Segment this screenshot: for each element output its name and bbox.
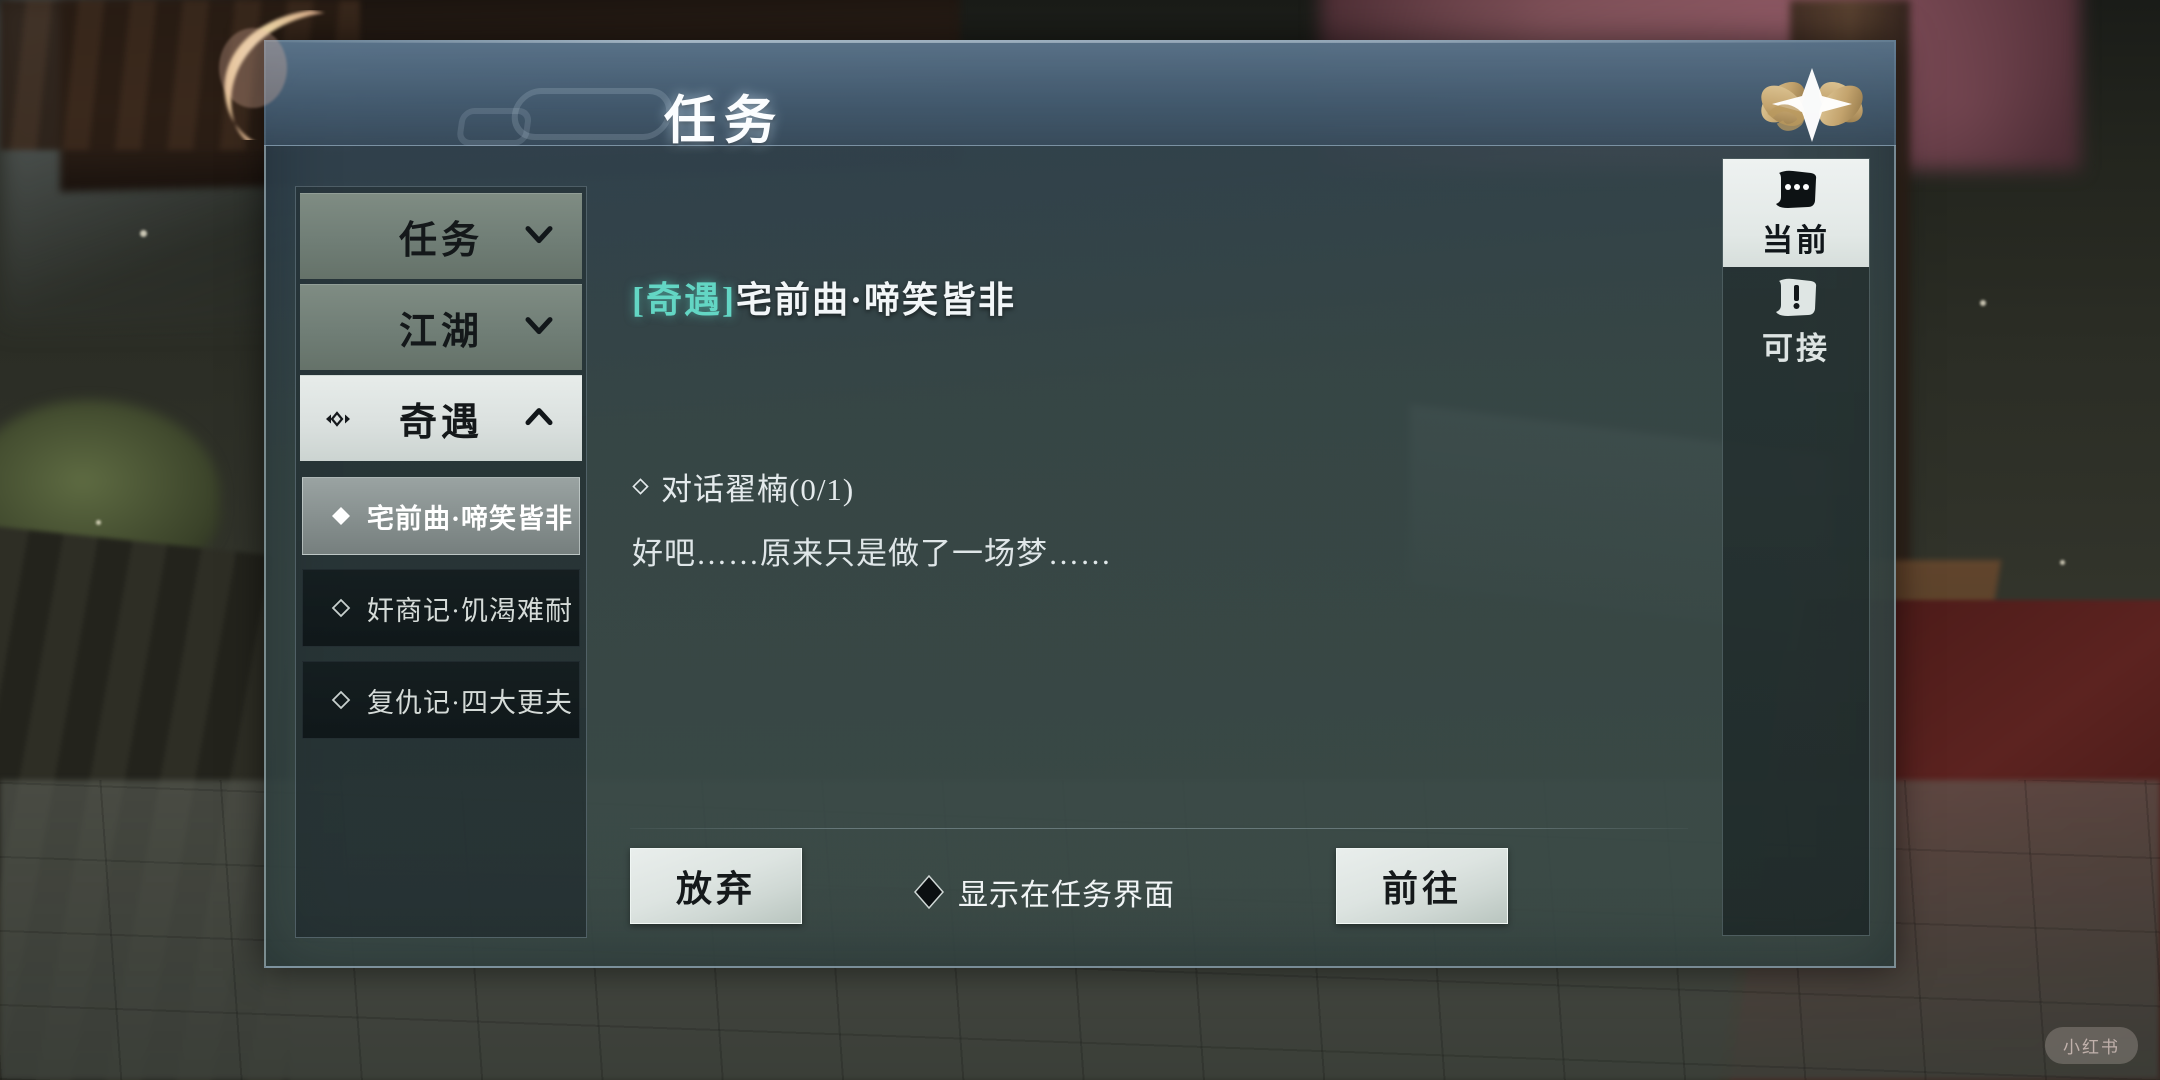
sidebar-category-qiyu[interactable]: 奇遇: [300, 375, 582, 461]
sidebar-category-renwu[interactable]: 任务: [300, 193, 582, 279]
quest-type-tag: [奇遇]: [632, 280, 736, 320]
light-mote: [96, 520, 101, 525]
sidebar-category-jianghu[interactable]: 江湖: [300, 284, 582, 370]
quest-item-label: 奸商记·饥渴难耐: [367, 595, 573, 626]
chevron-down-icon: [525, 316, 553, 334]
tab-current-label: 当前: [1762, 222, 1830, 258]
light-mote: [1980, 300, 1986, 306]
close-button[interactable]: [1742, 50, 1882, 162]
tab-current[interactable]: 当前: [1723, 159, 1869, 267]
abandon-button-label: 放弃: [675, 869, 756, 909]
panel-body: 任务 江湖 奇遇 宅前曲·啼笑皆非 奸商记·饥渴难耐 复仇记·四大更夫 [奇遇]…: [264, 146, 1896, 968]
close-x-icon: [1761, 68, 1863, 142]
quest-objective: 对话翟楠(0/1): [632, 464, 854, 509]
quest-objective-text: 对话翟楠(0/1): [661, 472, 855, 507]
diamond-filled-icon: [332, 507, 350, 525]
panel-header: 任务: [264, 40, 1896, 151]
show-in-quest-ui-label: 显示在任务界面: [958, 879, 1175, 912]
quest-detail-pane: [奇遇]宅前曲·啼笑皆非 对话翟楠(0/1) 好吧……原来只是做了一场梦…… 放…: [602, 146, 1698, 968]
list-item[interactable]: 复仇记·四大更夫: [302, 661, 580, 739]
sidebar-category-label: 奇遇: [398, 402, 483, 444]
diamond-outline-icon: [331, 690, 351, 710]
light-mote: [140, 230, 147, 237]
sidebar-category-label: 江湖: [398, 311, 483, 353]
goto-button[interactable]: 前往: [1336, 848, 1508, 924]
quest-panel: 任务 任务 江湖 奇遇 宅前曲·啼笑皆非 奸商记·饥渴难耐 复仇记·四大更夫 […: [264, 40, 1896, 968]
list-item[interactable]: 奸商记·饥渴难耐: [302, 569, 580, 647]
header-decoration-glyph: [508, 88, 676, 140]
diamond-filled-checkbox-icon: [914, 875, 944, 909]
quest-list: 宅前曲·啼笑皆非 奸商记·饥渴难耐 复仇记·四大更夫: [296, 477, 586, 739]
chevron-down-icon: [525, 225, 553, 243]
light-mote: [2060, 560, 2065, 565]
header-highlight: [264, 40, 1896, 43]
quest-sidebar: 任务 江湖 奇遇 宅前曲·啼笑皆非 奸商记·饥渴难耐 复仇记·四大更夫: [295, 186, 587, 938]
quest-title: [奇遇]宅前曲·啼笑皆非: [632, 271, 1016, 323]
quest-description: 好吧……原来只是做了一场梦……: [632, 536, 1112, 571]
abandon-button[interactable]: 放弃: [630, 848, 802, 924]
scroll-dots-icon: [1776, 170, 1817, 208]
tab-available[interactable]: 可接: [1723, 267, 1869, 375]
detail-divider: [630, 828, 1688, 829]
page-title: 任务: [664, 93, 785, 151]
double-diamond-icon: [326, 410, 350, 427]
quest-item-label: 宅前曲·啼笑皆非: [367, 503, 574, 534]
tab-available-label: 可接: [1762, 330, 1830, 366]
diamond-outline-icon: [632, 478, 649, 495]
diamond-outline-icon: [331, 598, 351, 618]
quest-title-name: 宅前曲·啼笑皆非: [735, 280, 1016, 320]
quest-item-label: 复仇记·四大更夫: [367, 687, 573, 718]
sidebar-category-label: 任务: [398, 220, 483, 262]
show-in-quest-ui-toggle[interactable]: 显示在任务界面: [912, 870, 1175, 914]
quest-tab-rail: 当前 可接: [1722, 158, 1870, 936]
list-item[interactable]: 宅前曲·啼笑皆非: [302, 477, 580, 555]
scroll-exclaim-icon: [1776, 278, 1817, 316]
goto-button-label: 前往: [1381, 869, 1462, 909]
chevron-up-icon: [525, 407, 553, 425]
watermark: 小红书: [2045, 1027, 2138, 1064]
